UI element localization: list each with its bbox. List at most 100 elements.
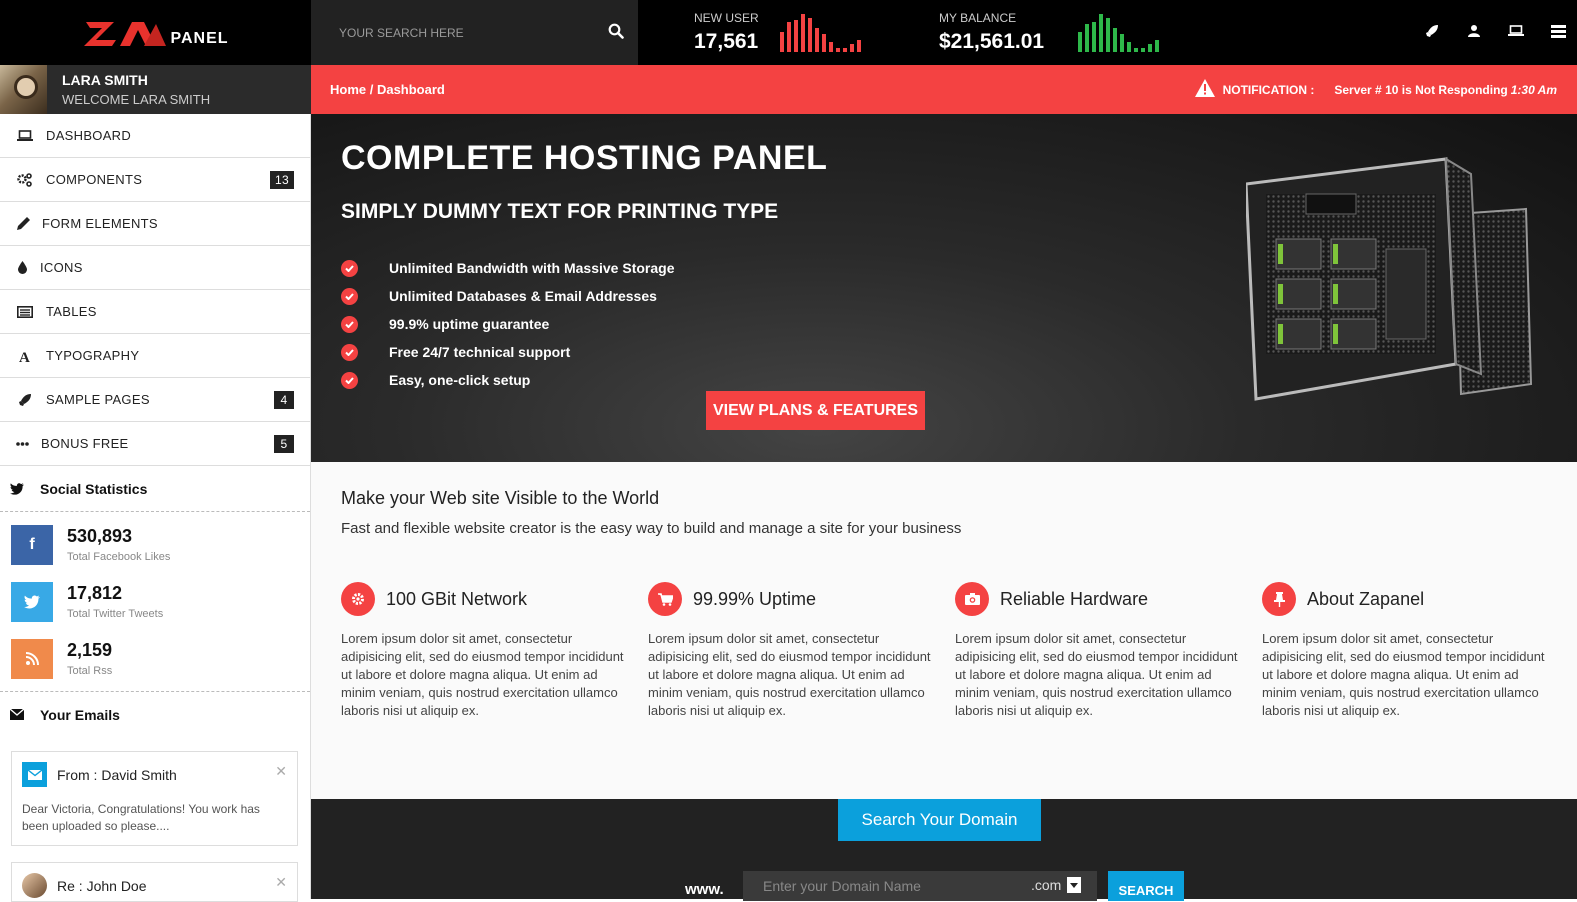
feature-text: Lorem ipsum dolor sit amet, consectetur … (955, 631, 1238, 718)
rocket-icon (16, 392, 34, 408)
sparkline-bar (1099, 14, 1103, 52)
sparkline-bar (1141, 48, 1145, 52)
facebook-icon[interactable]: f (11, 524, 53, 565)
features-section: Make your Web site Visible to the World … (311, 462, 1577, 799)
section-title: Make your Web site Visible to the World (341, 488, 660, 508)
tld-select[interactable]: .com (1031, 877, 1082, 893)
laptop-icon[interactable] (1507, 22, 1525, 40)
feature-text: Lorem ipsum dolor sit amet, consectetur … (341, 631, 624, 718)
sparkline-bar (1155, 40, 1159, 52)
sidebar-item-dashboard[interactable]: DASHBOARD (0, 114, 310, 158)
social-list: f 530,893 Total Facebook Likes 17,812 To… (0, 512, 310, 687)
rocket-icon[interactable] (1423, 22, 1441, 40)
social-value: 17,812 (67, 583, 123, 603)
section-subtitle: Fast and flexible website creator is the… (341, 520, 962, 537)
close-icon[interactable]: ✕ (275, 874, 287, 891)
logo[interactable]: PANEL (0, 0, 311, 65)
hero-title: COMPLETE HOSTING PANEL (341, 139, 828, 177)
sidebar-item-form-elements[interactable]: FORM ELEMENTS (0, 202, 310, 246)
sidebar-item-tables[interactable]: TABLES (0, 290, 310, 334)
search-input[interactable] (339, 22, 589, 44)
twitter-icon[interactable] (11, 581, 53, 622)
section-title: Social Statistics (40, 480, 148, 497)
sidebar-item-sample-pages[interactable]: SAMPLE PAGES 4 (0, 378, 310, 422)
table-icon (16, 304, 34, 320)
chevron-down-icon (1067, 877, 1082, 893)
feature-text: 99.9% uptime guarantee (389, 316, 550, 332)
avatar[interactable] (0, 65, 47, 114)
notification-label: NOTIFICATION : (1222, 82, 1315, 97)
hero-subtitle: SIMPLY DUMMY TEXT FOR PRINTING TYPE (341, 200, 779, 223)
feature-column: About Zapanel Lorem ipsum dolor sit amet… (1262, 582, 1569, 720)
drop-icon (16, 260, 28, 276)
feature-title: 99.99% Uptime (693, 588, 817, 609)
user-panel: LARA SMITH WELCOME LARA SMITH (0, 65, 311, 114)
check-icon (341, 315, 358, 333)
feature-text: Lorem ipsum dolor sit amet, consectetur … (648, 631, 931, 718)
section-title: Your Emails (40, 706, 120, 723)
breadcrumb[interactable]: Home / Dashboard (330, 82, 445, 97)
sparkline-bar (836, 48, 840, 52)
sparkline-bar (794, 20, 798, 52)
close-icon[interactable]: ✕ (275, 763, 287, 780)
domain-search-section: Search Your Domain www. .com SEARCH (311, 799, 1577, 901)
pencil-icon (16, 216, 30, 232)
notification-message[interactable]: Server # 10 is Not Responding (1334, 83, 1507, 97)
list-icon[interactable] (1549, 22, 1567, 40)
stat-label: NEW USER (694, 11, 759, 25)
logo-mark-icon (82, 18, 172, 48)
twitter-icon (10, 482, 24, 495)
sparkline-bar (1113, 28, 1117, 52)
sidebar-item-label: BONUS FREE (41, 436, 129, 451)
sparkline-bar (780, 32, 784, 52)
feature-column: 100 GBit Network Lorem ipsum dolor sit a… (341, 582, 648, 720)
user-name: LARA SMITH (62, 72, 148, 88)
sparkline-bar (822, 34, 826, 52)
feature-title: Reliable Hardware (1000, 588, 1149, 609)
cogs-icon (16, 172, 34, 188)
stat-value: 17,561 (694, 30, 759, 53)
list-item: f 530,893 Total Facebook Likes (0, 516, 310, 573)
count-badge: 5 (274, 434, 294, 453)
sparkline-bar (857, 40, 861, 52)
envelope-icon (22, 762, 47, 787)
view-plans-button[interactable]: VIEW PLANS & FEATURES (706, 391, 925, 430)
sidebar-item-components[interactable]: COMPONENTS 13 (0, 158, 310, 202)
rss-icon[interactable] (11, 638, 53, 679)
hero-banner: COMPLETE HOSTING PANEL SIMPLY DUMMY TEXT… (311, 114, 1577, 462)
email-card[interactable]: Re : John Doe ✕ (11, 862, 298, 902)
domain-search-button[interactable]: SEARCH (1108, 871, 1184, 901)
email-from: From : David Smith (57, 766, 177, 783)
sparkline-bar (1148, 44, 1152, 52)
user-icon[interactable] (1465, 22, 1483, 40)
notification-time: 1:30 Am (1510, 82, 1557, 97)
sidebar-item-typography[interactable]: A TYPOGRAPHY (0, 334, 310, 378)
sparkline-bar (808, 18, 812, 52)
sparkline-bar (829, 42, 833, 52)
stat-label: MY BALANCE (939, 11, 1017, 25)
email-from: Re : John Doe (57, 877, 147, 894)
logo-text: PANEL (170, 29, 229, 47)
feature-text: Unlimited Bandwidth with Massive Storage (389, 260, 675, 276)
search-icon[interactable] (605, 20, 627, 42)
social-label: Total Facebook Likes (67, 551, 171, 563)
count-badge: 4 (274, 390, 294, 409)
server-image (1244, 154, 1536, 424)
sparkline-bar (843, 48, 847, 52)
sidebar-item-icons[interactable]: ICONS (0, 246, 310, 290)
sparkline-bar (1106, 18, 1110, 52)
sidebar: DASHBOARD COMPONENTS 13 FORM ELEMENTS IC… (0, 114, 311, 902)
list-item: Unlimited Databases & Email Addresses (341, 282, 674, 310)
sparkline-bar (815, 28, 819, 52)
tld-value: .com (1031, 877, 1062, 893)
www-prefix: www. (685, 881, 724, 898)
check-icon (341, 259, 358, 277)
email-card[interactable]: From : David Smith ✕ Dear Victoria, Cong… (11, 751, 298, 846)
sidebar-item-label: COMPONENTS (46, 172, 143, 187)
sidebar-item-bonus-free[interactable]: BONUS FREE 5 (0, 422, 310, 466)
domain-search-tab[interactable]: Search Your Domain (838, 799, 1041, 841)
social-value: 530,893 (67, 526, 133, 546)
font-icon: A (16, 348, 34, 364)
social-label: Total Twitter Tweets (67, 608, 164, 620)
feature-text: Unlimited Databases & Email Addresses (389, 288, 657, 304)
